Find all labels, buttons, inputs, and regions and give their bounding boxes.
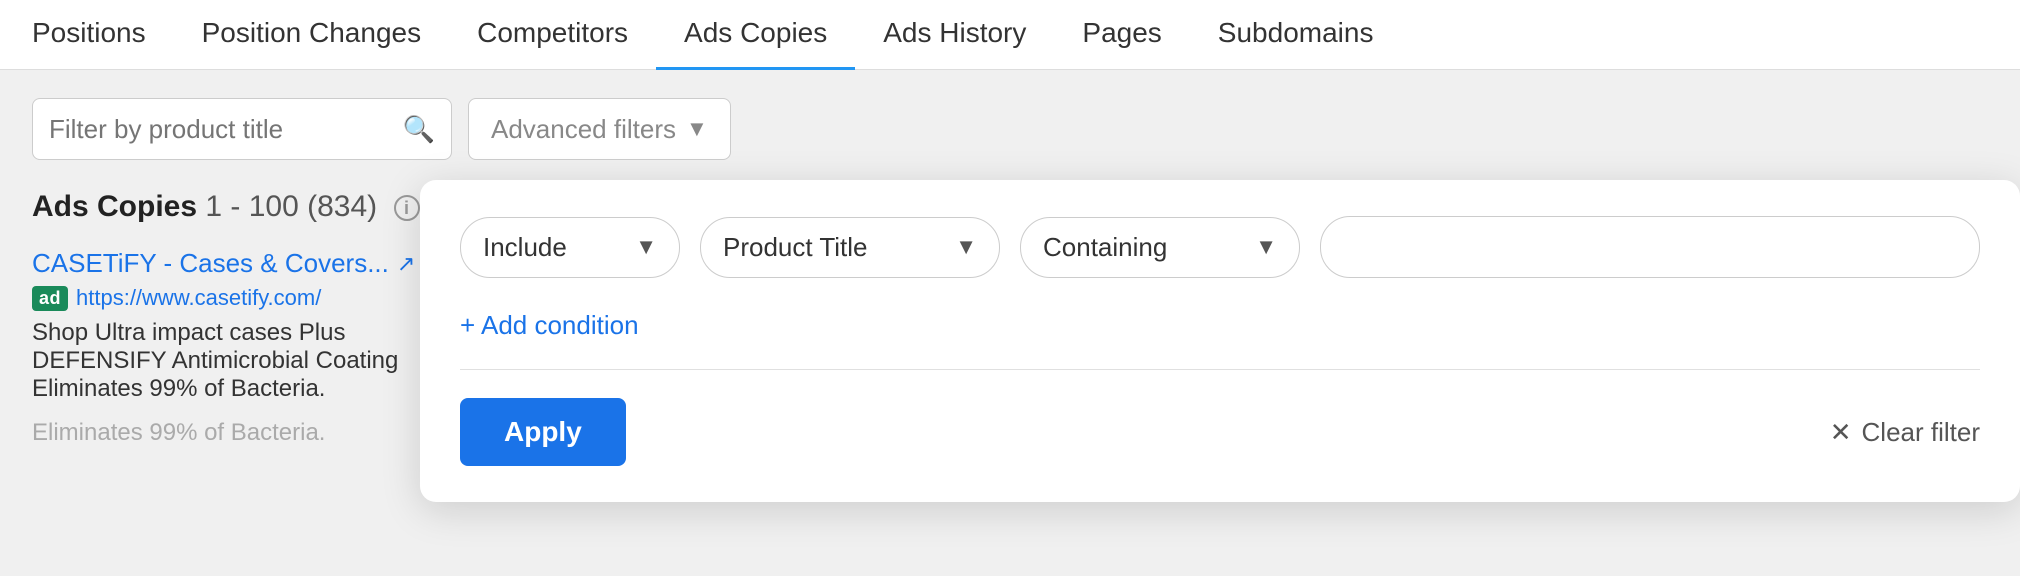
field-dropdown[interactable]: Product Title ▼ (700, 217, 1000, 278)
panel-footer: Apply ✕ Clear filter (460, 398, 1980, 466)
include-label: Include (483, 232, 567, 263)
nav-item-competitors[interactable]: Competitors (449, 0, 656, 70)
condition-label: Containing (1043, 232, 1167, 263)
apply-button[interactable]: Apply (460, 398, 626, 466)
nav-item-pages[interactable]: Pages (1054, 0, 1189, 70)
include-dropdown[interactable]: Include ▼ (460, 217, 680, 278)
include-chevron-icon: ▼ (635, 234, 657, 260)
filters-panel: Include ▼ Product Title ▼ Containing ▼ +… (420, 180, 2020, 502)
search-icon: 🔍 (403, 114, 435, 144)
condition-chevron-icon: ▼ (1255, 234, 1277, 260)
nav-item-positions[interactable]: Positions (32, 0, 174, 70)
add-condition-label: + Add condition (460, 310, 639, 341)
clear-x-icon: ✕ (1830, 417, 1852, 448)
section-title: Ads Copies (32, 190, 197, 223)
nav-item-position-changes[interactable]: Position Changes (174, 0, 449, 70)
clear-filter-button[interactable]: ✕ Clear filter (1830, 417, 1980, 448)
panel-divider (460, 369, 1980, 370)
clear-filter-label: Clear filter (1862, 417, 1980, 448)
search-button[interactable]: 🔍 (403, 114, 435, 145)
filter-row: Include ▼ Product Title ▼ Containing ▼ (460, 216, 1980, 278)
section-range: 1 - 100 (834) (205, 190, 385, 223)
condition-dropdown[interactable]: Containing ▼ (1020, 217, 1300, 278)
top-navigation: Positions Position Changes Competitors A… (0, 0, 2020, 70)
search-input-wrap: 🔍 (32, 98, 452, 160)
ad-url[interactable]: https://www.casetify.com/ (76, 285, 321, 311)
advanced-filters-button[interactable]: Advanced filters ▼ (468, 98, 731, 160)
main-content: 🔍 Advanced filters ▼ Ads Copies 1 - 100 … (0, 70, 2020, 576)
nav-item-ads-history[interactable]: Ads History (855, 0, 1054, 70)
chevron-down-icon: ▼ (686, 116, 708, 142)
nav-item-subdomains[interactable]: Subdomains (1190, 0, 1402, 70)
nav-item-ads-copies[interactable]: Ads Copies (656, 0, 855, 70)
search-input[interactable] (49, 114, 403, 145)
ad-description: Shop Ultra impact cases Plus DEFENSIFY A… (32, 319, 482, 403)
add-condition-button[interactable]: + Add condition (460, 310, 639, 341)
field-chevron-icon: ▼ (955, 234, 977, 260)
info-icon[interactable]: i (394, 195, 420, 221)
field-label: Product Title (723, 232, 868, 263)
filter-text-input[interactable] (1320, 216, 1980, 278)
search-row: 🔍 Advanced filters ▼ (32, 98, 1988, 160)
external-link-icon: ↗ (397, 251, 415, 277)
advanced-filters-label: Advanced filters (491, 114, 676, 145)
ad-badge: ad (32, 286, 68, 311)
